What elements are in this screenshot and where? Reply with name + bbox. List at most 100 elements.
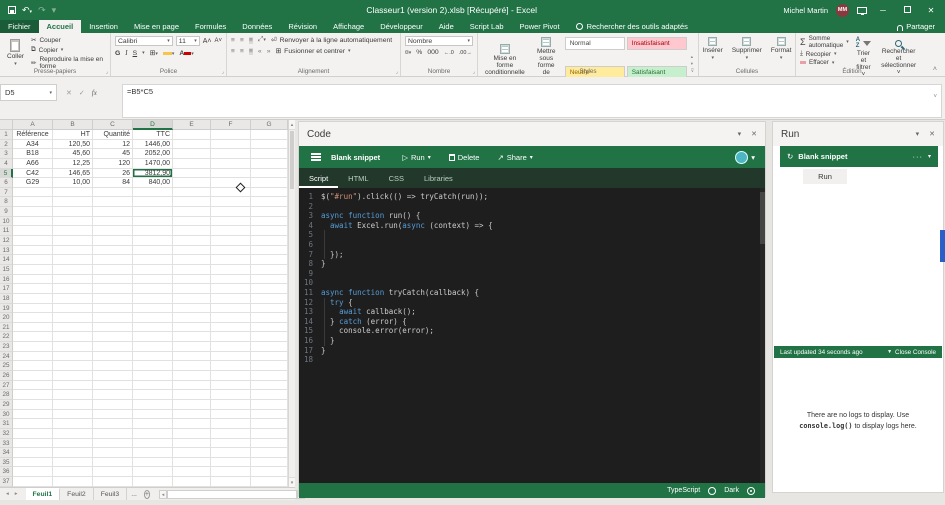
cell-C9[interactable] (93, 207, 133, 217)
cell-A15[interactable] (13, 264, 53, 275)
cell-F2[interactable] (211, 139, 251, 150)
column-header-D[interactable]: D (133, 120, 173, 130)
ribbon-tab-fichier[interactable]: Fichier (0, 20, 39, 33)
cell-D24[interactable] (133, 351, 173, 362)
accounting-format-button[interactable]: ¤▾ (405, 49, 411, 56)
account-name[interactable]: Michel Martin (783, 6, 828, 15)
cell-B32[interactable] (53, 428, 93, 439)
cell-D13[interactable] (133, 245, 173, 256)
clipboard-dialog-launcher[interactable]: ⌟ (106, 69, 108, 75)
cell-G1[interactable] (251, 130, 288, 140)
row-header-4[interactable]: 4 (0, 158, 13, 169)
cell-C13[interactable] (93, 245, 133, 256)
cell-E32[interactable] (173, 428, 211, 439)
cell-B28[interactable] (53, 390, 93, 400)
cell-E21[interactable] (173, 322, 211, 333)
cell-A28[interactable] (13, 390, 53, 400)
run-menu-button[interactable]: ▷ Run ▾ (402, 153, 431, 162)
scroll-up-icon[interactable]: ▴ (289, 120, 295, 130)
row-header-18[interactable]: 18 (0, 293, 13, 304)
cell-A34[interactable] (13, 448, 53, 458)
cell-D27[interactable] (133, 380, 173, 391)
formula-input[interactable]: =B5*C5 ˅ (122, 84, 942, 118)
grow-font-button[interactable]: A˄ (203, 38, 212, 45)
cell-A33[interactable] (13, 438, 53, 449)
cell-B24[interactable] (53, 351, 93, 362)
cell-F25[interactable] (211, 361, 251, 372)
cell-B3[interactable]: 45,60 (53, 149, 93, 159)
cell-B16[interactable] (53, 274, 93, 285)
cell-E5[interactable] (173, 168, 211, 179)
cell-B5[interactable]: 146,65 (53, 168, 93, 179)
cell-C11[interactable] (93, 226, 133, 237)
cell-C36[interactable] (93, 467, 133, 478)
cell-G14[interactable] (251, 255, 288, 265)
increase-decimal-button[interactable]: ←.0 (444, 50, 454, 56)
cell-F12[interactable] (211, 236, 251, 246)
font-name-select[interactable]: Calibri ▾ (115, 36, 173, 46)
cell-E18[interactable] (173, 293, 211, 304)
cell-F22[interactable] (211, 332, 251, 343)
cell-B22[interactable] (53, 332, 93, 343)
cell-F21[interactable] (211, 322, 251, 333)
cell-C34[interactable] (93, 448, 133, 458)
number-format-select[interactable]: Nombre ▾ (405, 36, 473, 46)
column-header-F[interactable]: F (211, 120, 251, 130)
increase-indent-button[interactable]: » (267, 48, 271, 55)
row-header-27[interactable]: 27 (0, 380, 13, 391)
cell-A14[interactable] (13, 255, 53, 265)
cell-G21[interactable] (251, 322, 288, 333)
run-button[interactable]: Run (803, 169, 847, 184)
cell-G8[interactable] (251, 197, 288, 208)
prev-sheet-icon[interactable]: ◂ (6, 491, 9, 497)
cell-D32[interactable] (133, 428, 173, 439)
cell-E35[interactable] (173, 457, 211, 468)
row-header-33[interactable]: 33 (0, 438, 13, 449)
clear-button[interactable]: Effacer ▾ (800, 59, 849, 66)
close-console-button[interactable]: ▼ Close Console (887, 349, 936, 356)
cell-G30[interactable] (251, 409, 288, 420)
cell-G28[interactable] (251, 390, 288, 400)
cell-F19[interactable] (211, 303, 251, 314)
cell-G13[interactable] (251, 245, 288, 256)
cell-A27[interactable] (13, 380, 53, 391)
row-header-14[interactable]: 14 (0, 255, 13, 265)
cell-E17[interactable] (173, 284, 211, 294)
cell-F9[interactable] (211, 207, 251, 217)
cell-B36[interactable] (53, 467, 93, 478)
cell-D4[interactable]: 1470,00 (133, 158, 173, 169)
editor-scrollbar[interactable] (760, 188, 765, 483)
autosum-button[interactable]: Σ Somme automatique ▾ (800, 35, 849, 49)
cell-D2[interactable]: 1446,00 (133, 139, 173, 150)
cell-A11[interactable] (13, 226, 53, 237)
cell-F28[interactable] (211, 390, 251, 400)
cell-C7[interactable] (93, 187, 133, 198)
cell-C27[interactable] (93, 380, 133, 391)
cell-A26[interactable] (13, 371, 53, 381)
row-header-31[interactable]: 31 (0, 419, 13, 429)
cell-B31[interactable] (53, 419, 93, 429)
cell-A16[interactable] (13, 274, 53, 285)
cell-B15[interactable] (53, 264, 93, 275)
cell-B30[interactable] (53, 409, 93, 420)
gallery-up-icon[interactable]: ▴ (691, 54, 694, 60)
column-header-B[interactable]: B (53, 120, 93, 130)
cell-B12[interactable] (53, 236, 93, 246)
copy-button[interactable]: ⧉ Copier ▾ (31, 46, 106, 54)
cell-B11[interactable] (53, 226, 93, 237)
cell-style-normal[interactable]: Normal (564, 37, 625, 50)
row-header-6[interactable]: 6 (0, 178, 13, 188)
row-header-2[interactable]: 2 (0, 139, 13, 150)
cell-C23[interactable] (93, 342, 133, 352)
cell-E9[interactable] (173, 207, 211, 217)
cell-A24[interactable] (13, 351, 53, 362)
cell-E16[interactable] (173, 274, 211, 285)
row-header-36[interactable]: 36 (0, 467, 13, 478)
cell-B19[interactable] (53, 303, 93, 314)
run-more-icon[interactable]: ··· (912, 152, 923, 161)
cell-F18[interactable] (211, 293, 251, 304)
row-header-1[interactable]: 1 (0, 130, 13, 140)
row-header-13[interactable]: 13 (0, 245, 13, 256)
cell-B9[interactable] (53, 207, 93, 217)
cell-G7[interactable] (251, 187, 288, 198)
